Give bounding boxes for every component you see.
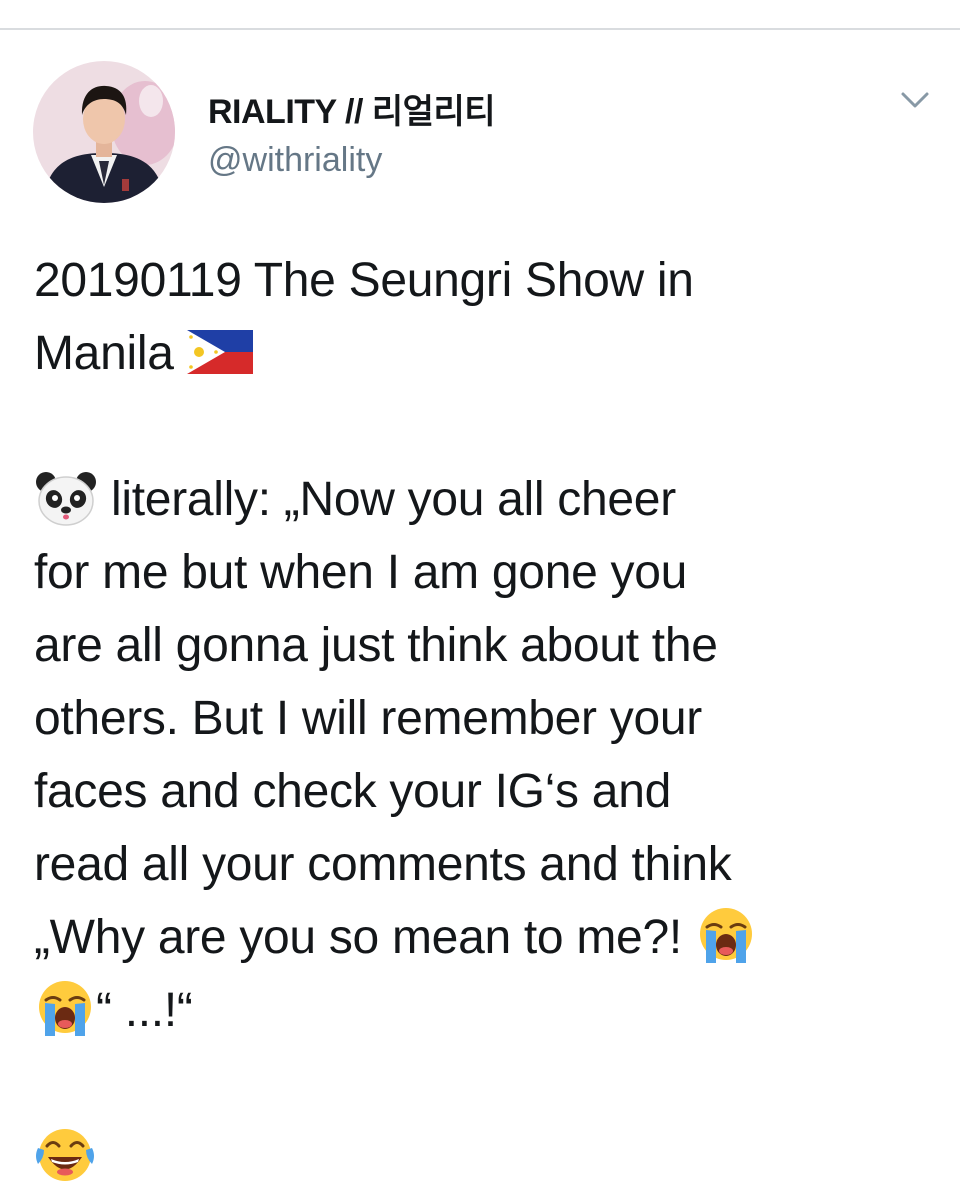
tweet-line: for me but when I am gone you <box>34 546 688 599</box>
tweet-line: others. But I will remember your <box>34 692 702 745</box>
tweet-line: „Why are you so mean to me?! <box>34 901 934 974</box>
tweet-line-text: “ ...!“ <box>96 984 193 1037</box>
tweet-line: read all your comments and think <box>34 838 732 891</box>
tweet-line-text: literally: „Now you all cheer <box>98 473 676 526</box>
tweet-line: “ ...!“ <box>34 974 934 1047</box>
tweet-line <box>34 1120 934 1193</box>
face-with-tears-of-joy-emoji <box>34 1124 96 1186</box>
user-handle[interactable]: @withriality <box>208 141 382 180</box>
philippines-flag-emoji <box>186 330 253 375</box>
loudly-crying-face-emoji <box>695 905 757 967</box>
display-name[interactable]: RIALITY // 리얼리티 <box>208 84 496 133</box>
tweet-line: are all gonna just think about the <box>34 619 718 672</box>
chevron-down-icon[interactable] <box>898 88 932 112</box>
tweet-text: 20190119 The Seungri Show in Manila lite… <box>34 244 934 1193</box>
loudly-crying-face-emoji <box>34 978 96 1040</box>
tweet-line: literally: „Now you all cheer <box>34 463 934 536</box>
tweet-line-text: Manila <box>34 327 174 380</box>
tweet-line-text: „Why are you so mean to me?! <box>34 911 695 964</box>
tweet-line: 20190119 The Seungri Show in <box>34 254 694 307</box>
panda-face-emoji <box>34 469 98 527</box>
avatar[interactable] <box>33 61 175 203</box>
top-divider <box>0 28 960 30</box>
tweet-line: faces and check your IG‘s and <box>34 765 671 818</box>
tweet-line: Manila <box>34 317 934 390</box>
